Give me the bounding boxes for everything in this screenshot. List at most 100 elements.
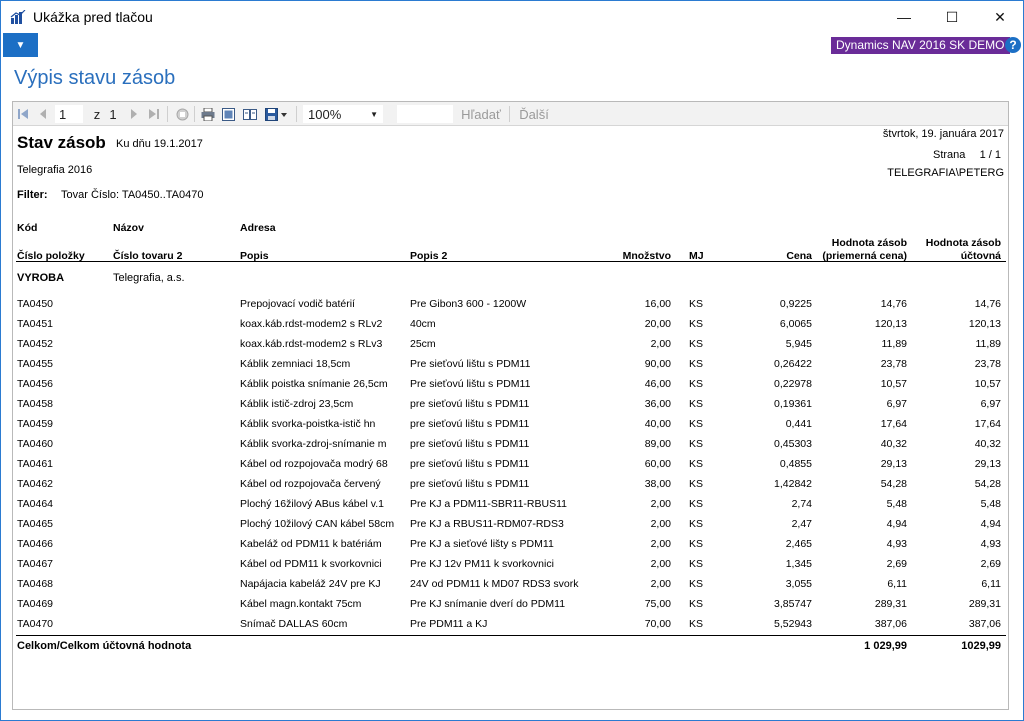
header-address: Adresa (240, 222, 276, 234)
previous-page-icon[interactable] (35, 105, 51, 123)
item-uom: KS (689, 458, 704, 470)
header-divider (16, 261, 1006, 262)
item-value-average: 2,69 (886, 558, 907, 570)
item-cost: 0,45303 (774, 438, 812, 450)
item-description2: pre sieťovú lištu s PDM11 (410, 438, 530, 450)
item-value-book: 6,97 (980, 398, 1001, 410)
total-value-book: 1029,99 (961, 640, 1001, 652)
item-description: Snímač DALLAS 60cm (240, 618, 348, 630)
item-value-book: 4,94 (980, 518, 1001, 530)
item-no: TA0466 (17, 538, 53, 550)
item-value-book: 11,89 (975, 338, 1002, 350)
help-icon[interactable]: ? (1005, 37, 1021, 53)
table-row: TA0468 Napájacia kabeláž 24V pre KJ 24V od… (13, 574, 1008, 594)
total-pages: 1 (109, 106, 117, 122)
item-no: TA0462 (17, 478, 53, 490)
close-button[interactable]: ✕ (977, 1, 1023, 33)
item-uom: KS (689, 378, 704, 390)
item-cost: 3,055 (785, 578, 812, 590)
item-description: Kábel od PDM11 k svorkovnici (240, 558, 382, 570)
zoom-select[interactable]: 100% ▼ (303, 105, 383, 123)
item-quantity: 2,00 (650, 538, 671, 550)
table-row: TA0455 Káblik zemniaci 18,5cm Pre sieťovú … (13, 354, 1008, 374)
item-value-average: 5,48 (886, 498, 907, 510)
item-cost: 2,465 (785, 538, 812, 550)
item-quantity: 75,00 (644, 598, 671, 610)
item-value-book: 17,64 (974, 418, 1001, 430)
item-description2: 24V od PDM11 k MD07 RDS3 svork (410, 578, 579, 590)
page-setup-icon[interactable] (242, 105, 258, 123)
stop-icon[interactable] (174, 105, 190, 123)
report-user: TELEGRAFIA\PETERG (887, 167, 1004, 179)
item-description2: pre sieťovú lištu s PDM11 (410, 478, 530, 490)
item-uom: KS (689, 418, 704, 430)
total-value-average: 1 029,99 (864, 640, 907, 652)
item-description: Kábel od rozpojovača modrý 68 (240, 458, 388, 470)
toolbar-separator (296, 106, 297, 122)
page-title: Výpis stavu zásob (14, 67, 176, 89)
application-menu-button[interactable]: ▼ (3, 33, 38, 57)
item-value-book: 4,93 (980, 538, 1001, 550)
toolbar-separator (194, 106, 195, 122)
item-description: Káblik poistka snímanie 26,5cm (240, 378, 388, 390)
item-cost: 0,4855 (779, 458, 812, 470)
first-page-icon[interactable] (15, 105, 31, 123)
item-description: Plochý 10žilový CAN kábel 58cm (240, 518, 395, 530)
maximize-button[interactable]: ☐ (929, 1, 975, 33)
item-quantity: 90,00 (644, 358, 671, 370)
item-uom: KS (689, 318, 704, 330)
item-value-average: 54,28 (880, 478, 907, 490)
page-number-input[interactable]: 1 (55, 105, 83, 123)
item-uom: KS (689, 498, 704, 510)
find-input[interactable] (397, 105, 453, 123)
item-value-average: 387,06 (874, 618, 907, 630)
item-uom: KS (689, 338, 704, 350)
item-quantity: 2,00 (650, 338, 671, 350)
item-no: TA0464 (17, 498, 53, 510)
table-row: TA0469 Kábel magn.kontakt 75cm Pre KJ sním… (13, 594, 1008, 614)
item-quantity: 2,00 (650, 578, 671, 590)
print-layout-icon[interactable] (220, 105, 236, 123)
item-value-average: 4,93 (886, 538, 907, 550)
ribbon-row: ▼ Dynamics NAV 2016 SK DEMO ? (1, 33, 1023, 57)
item-value-average: 10,57 (880, 378, 907, 390)
report-company: Telegrafia 2016 (17, 164, 93, 176)
item-description2: Pre KJ a PDM11-SBR11-RBUS11 (410, 498, 567, 510)
item-no: TA0467 (17, 558, 53, 570)
next-page-icon[interactable] (127, 105, 141, 123)
item-cost: 3,85747 (774, 598, 812, 610)
find-next-button[interactable]: Ďalší (519, 105, 549, 123)
title-bar: Ukážka pred tlačou — ☐ ✕ (1, 1, 1023, 33)
item-value-average: 29,13 (880, 458, 907, 470)
find-button[interactable]: Hľadať (460, 105, 502, 123)
item-value-average: 289,31 (874, 598, 907, 610)
item-cost: 0,441 (785, 418, 812, 430)
minimize-button[interactable]: — (881, 1, 927, 33)
item-value-average: 4,94 (886, 518, 907, 530)
item-cost: 6,0065 (779, 318, 812, 330)
table-row: TA0451 koax.káb.rdst-modem2 s RLv2 40cm 20,… (13, 314, 1008, 334)
report-print-date: štvrtok, 19. januára 2017 (882, 128, 1004, 140)
item-value-book: 5,48 (980, 498, 1001, 510)
table-row: TA0460 Káblik svorka-zdroj-snímanie m pre … (13, 434, 1008, 454)
item-description: koax.káb.rdst-modem2 s RLv2 (240, 318, 383, 330)
table-row: TA0459 Káblik svorka-poistka-istič hn pre … (13, 414, 1008, 434)
total-label: Celkom/Celkom účtovná hodnota (17, 640, 192, 652)
item-description2: Pre KJ snímanie dverí do PDM11 (410, 598, 566, 610)
header-value-average: Hodnota zásob (priemerná cena) (822, 237, 907, 262)
last-page-icon[interactable] (147, 105, 161, 123)
table-row: TA0450 Prepojovací vodič batérií Pre Gibon… (13, 294, 1008, 314)
app-icon (10, 10, 26, 24)
item-description2: pre sieťovú lištu s PDM11 (410, 398, 530, 410)
item-value-book: 54,28 (974, 478, 1001, 490)
print-icon[interactable] (200, 105, 216, 123)
export-icon[interactable] (264, 105, 290, 123)
item-value-average: 11,89 (881, 338, 908, 350)
header-code: Kód (17, 222, 38, 234)
item-description: Kábel magn.kontakt 75cm (240, 598, 362, 610)
item-quantity: 89,00 (644, 438, 671, 450)
item-cost: 2,74 (791, 498, 812, 510)
report-toolbar: 1 z 1 100% ▼ Hľadať Ďalší (13, 102, 1008, 126)
item-rows: TA0450 Prepojovací vodič batérií Pre Gibon… (13, 294, 1008, 634)
item-cost: 5,945 (785, 338, 812, 350)
